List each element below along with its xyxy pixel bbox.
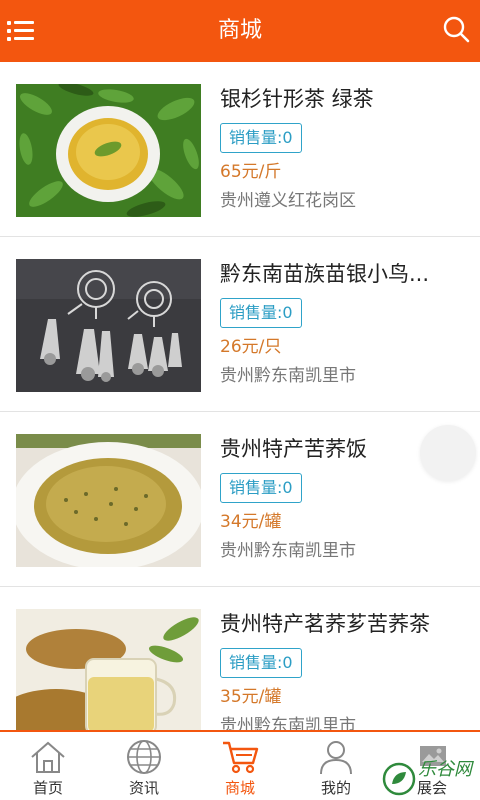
watermark-text: 乐谷网 — [418, 759, 472, 780]
page-title: 商城 — [217, 18, 262, 43]
tab-news[interactable]: 资讯 — [96, 732, 192, 800]
search-icon[interactable] — [442, 14, 472, 46]
product-item[interactable]: 银杉针形茶 绿茶 销售量:0 65元/斤 贵州遵义红花岗区 — [0, 62, 480, 237]
product-image-silver-ornament[interactable] — [16, 259, 201, 392]
tab-label: 资讯 — [128, 779, 159, 797]
product-item[interactable]: 贵州特产茗荞芗苦荞茶 销售量:0 35元/罐 贵州黔东南凯里市 — [0, 587, 480, 730]
globe-icon — [124, 738, 164, 776]
product-name[interactable]: 黔东南苗族苗银小鸟... — [220, 259, 470, 289]
sales-badge: 销售量:0 — [220, 648, 302, 678]
product-price: 65元/斤 — [220, 162, 282, 182]
product-location: 贵州遵义红花岗区 — [220, 191, 356, 211]
product-location: 贵州黔东南凯里市 — [220, 716, 356, 730]
tab-mall[interactable]: 商城 — [192, 732, 288, 800]
product-item[interactable]: 黔东南苗族苗银小鸟... 销售量:0 26元/只 贵州黔东南凯里市 — [0, 237, 480, 412]
product-location: 贵州黔东南凯里市 — [220, 541, 356, 561]
cart-icon — [220, 738, 260, 776]
product-location: 贵州黔东南凯里市 — [220, 366, 356, 386]
product-name[interactable]: 银杉针形茶 绿茶 — [220, 84, 470, 114]
tab-label: 首页 — [32, 779, 63, 797]
tab-home[interactable]: 首页 — [0, 732, 96, 800]
product-price: 35元/罐 — [220, 687, 282, 707]
product-price: 26元/只 — [220, 337, 282, 357]
leaf-logo-icon — [382, 762, 416, 796]
product-image-buckwheat-rice[interactable] — [16, 434, 201, 567]
product-image-green-tea[interactable] — [16, 84, 201, 217]
home-icon — [28, 738, 68, 776]
product-item[interactable]: 贵州特产苦荞饭 销售量:0 34元/罐 贵州黔东南凯里市 — [0, 412, 480, 587]
tab-label: 商城 — [224, 779, 255, 797]
user-icon — [316, 738, 356, 776]
product-image-buckwheat-tea[interactable] — [16, 609, 201, 730]
sales-badge: 销售量:0 — [220, 298, 302, 328]
site-watermark: 乐谷网 — [382, 758, 478, 798]
tab-label: 我的 — [320, 779, 351, 797]
top-navbar: 商城 — [0, 0, 480, 62]
product-price: 34元/罐 — [220, 512, 282, 532]
product-list[interactable]: 银杉针形茶 绿茶 销售量:0 65元/斤 贵州遵义红花岗区 黔东南苗族苗银小鸟.… — [0, 62, 480, 730]
sales-badge: 销售量:0 — [220, 123, 302, 153]
tab-mine[interactable]: 我的 — [288, 732, 384, 800]
floating-assist-button[interactable] — [420, 425, 476, 481]
product-name[interactable]: 贵州特产茗荞芗苦荞茶 — [220, 609, 470, 639]
sales-badge: 销售量:0 — [220, 473, 302, 503]
